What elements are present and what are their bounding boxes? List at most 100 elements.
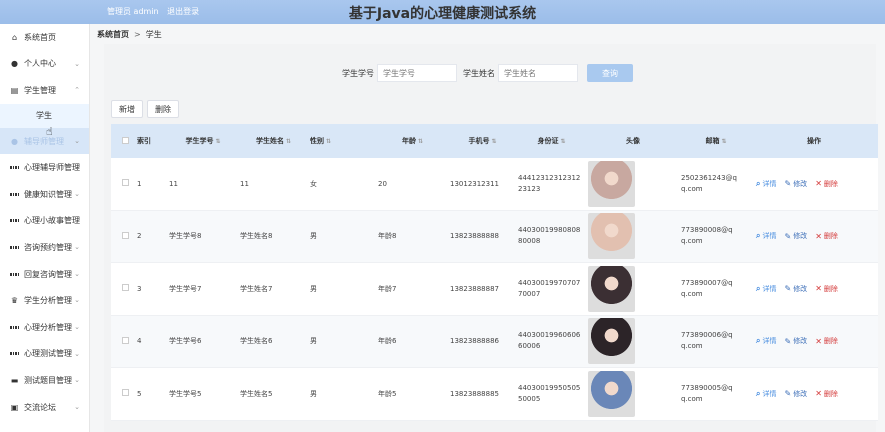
- add-button[interactable]: 新增: [111, 100, 143, 118]
- edit-button[interactable]: ✎ 修改: [784, 284, 807, 294]
- sort-icon[interactable]: ⇅: [286, 138, 291, 145]
- header-age-label: 年龄: [401, 137, 416, 145]
- sidebar-item-label: 交流论坛: [24, 402, 56, 412]
- avatar[interactable]: [588, 318, 635, 365]
- avatar[interactable]: [588, 160, 635, 207]
- chevron-down-icon: ⌄: [74, 269, 80, 278]
- row-idcard-line2: 50005: [518, 394, 541, 403]
- delete-row-button[interactable]: ✕ 删除: [815, 179, 838, 189]
- row-checkbox[interactable]: [122, 231, 129, 239]
- delete-button[interactable]: 删除: [147, 100, 179, 118]
- student-no-input[interactable]: [377, 64, 457, 82]
- row-idcard: 44030019980808 80008: [515, 225, 585, 247]
- sidebar-item-question-manage[interactable]: ▬ 测试题目管理 ⌄: [0, 367, 89, 394]
- delete-row-button[interactable]: ✕ 删除: [815, 284, 838, 294]
- row-index: 2: [137, 232, 142, 241]
- main-area: 系统首页>学生 学生学号 学生姓名 查询 新增 删除 索引 学生学号⇅ 学生姓名…: [90, 24, 885, 432]
- edit-button[interactable]: ✎ 修改: [784, 179, 807, 189]
- row-idcard-line1: 44030019950505: [518, 383, 581, 392]
- row-age: 年龄7: [378, 284, 397, 293]
- home-icon: ⌂: [11, 32, 18, 42]
- chevron-down-icon: ⌄: [74, 349, 80, 358]
- search-icon: ⌕: [756, 231, 761, 241]
- row-phone: 13823888885: [450, 389, 499, 398]
- delete-row-button[interactable]: ✕ 删除: [815, 336, 838, 346]
- sidebar-item-forum[interactable]: ▣ 交流论坛 ⌄: [0, 394, 89, 421]
- sidebar-item-knowledge-manage[interactable]: 健康知识管理 ⌄: [0, 181, 89, 208]
- select-all-checkbox[interactable]: [122, 136, 129, 144]
- sidebar-item-story-manage[interactable]: 心理小故事管理 ⌄: [0, 208, 89, 235]
- header-student-no[interactable]: 学生学号 ⇅: [166, 136, 237, 146]
- view-button[interactable]: ⌕ 详情: [756, 336, 776, 346]
- header-student-no-label: 学生学号: [185, 137, 214, 145]
- edit-button[interactable]: ✎ 修改: [784, 389, 807, 399]
- sidebar-item-home[interactable]: ⌂ 系统首页: [0, 24, 89, 51]
- edit-button[interactable]: ✎ 修改: [784, 231, 807, 241]
- row-index: 3: [137, 284, 142, 293]
- document-icon: ▤: [10, 85, 19, 95]
- sidebar-item-reply-manage[interactable]: 回复咨询管理 ⌄: [0, 261, 89, 288]
- student-name-input[interactable]: [498, 64, 578, 82]
- sidebar-item-profile[interactable]: ● 个人中心 ⌄: [0, 51, 89, 78]
- breadcrumb-home[interactable]: 系统首页: [97, 30, 129, 39]
- row-checkbox[interactable]: [122, 389, 129, 397]
- sort-icon[interactable]: ⇅: [721, 138, 726, 145]
- edit-button[interactable]: ✎ 修改: [784, 336, 807, 346]
- view-button[interactable]: ⌕ 详情: [756, 389, 776, 399]
- sidebar-item-psych-test[interactable]: 心理测试管理 ⌄: [0, 341, 89, 368]
- pencil-icon: ✎: [784, 336, 792, 346]
- header-student-name[interactable]: 学生姓名 ⇅: [237, 136, 307, 146]
- chevron-down-icon: ⌄: [74, 163, 80, 172]
- sidebar-item-tutor-manage[interactable]: ● 辅导师管理 ⌄: [0, 127, 89, 155]
- avatar[interactable]: [588, 213, 635, 260]
- header-age[interactable]: 年龄 ⇅: [375, 136, 447, 146]
- view-button[interactable]: ⌕ 详情: [756, 179, 776, 189]
- row-checkbox[interactable]: [122, 336, 129, 344]
- sidebar-item-label: 测试题目管理: [24, 375, 72, 385]
- avatar[interactable]: [588, 370, 635, 417]
- header-student-name-label: 学生姓名: [255, 137, 284, 145]
- header-email[interactable]: 邮箱 ⇅: [678, 136, 751, 147]
- row-email-line2: q.com: [681, 184, 703, 193]
- sidebar-item-student-manage[interactable]: ▤ 学生管理 ⌃: [0, 77, 89, 104]
- row-index: 5: [137, 389, 142, 398]
- query-button[interactable]: 查询: [587, 64, 633, 82]
- header-phone[interactable]: 手机号 ⇅: [447, 136, 515, 146]
- sidebar-item-student-analysis[interactable]: ♛ 学生分析管理 ⌄: [0, 287, 89, 314]
- row-checkbox[interactable]: [122, 284, 129, 292]
- row-email: 773890007@q q.com: [678, 278, 751, 300]
- delete-label: 删除: [823, 389, 838, 398]
- sidebar-subitem-student[interactable]: 学生: [0, 103, 89, 128]
- avatar[interactable]: [588, 265, 635, 312]
- sort-icon[interactable]: ⇅: [560, 138, 565, 145]
- row-student-no: 学生学号8: [169, 232, 202, 241]
- sidebar-item-counselor-manage[interactable]: 心理辅导师管理 ⌄: [0, 154, 89, 181]
- row-checkbox[interactable]: [122, 179, 129, 187]
- sort-icon[interactable]: ⇅: [491, 138, 496, 145]
- sort-icon[interactable]: ⇅: [418, 138, 423, 145]
- row-ops: ⌕ 详情 ✎ 修改 ✕ 删除: [751, 336, 877, 346]
- sort-icon[interactable]: ⇅: [215, 138, 220, 145]
- grid-icon: [10, 323, 19, 332]
- table-row: 5 学生学号5 学生姓名5 男 年龄5 13823888885 44030019…: [111, 368, 878, 421]
- view-label: 详情: [762, 232, 777, 241]
- chevron-down-icon: ⌄: [74, 243, 80, 252]
- view-button[interactable]: ⌕ 详情: [756, 284, 776, 294]
- sidebar-item-label: 辅导师管理: [24, 136, 64, 146]
- header-idcard[interactable]: 身份证 ⇅: [515, 136, 585, 147]
- delete-row-button[interactable]: ✕ 删除: [815, 231, 838, 241]
- view-button[interactable]: ⌕ 详情: [756, 231, 776, 241]
- header-sex[interactable]: 性别 ⇅: [307, 136, 375, 146]
- sort-icon[interactable]: ⇅: [326, 138, 331, 145]
- student-no-label: 学生学号: [342, 68, 374, 78]
- delete-row-button[interactable]: ✕ 删除: [815, 389, 838, 399]
- row-email-line1: 773890006@q: [681, 331, 733, 340]
- row-ops: ⌕ 详情 ✎ 修改 ✕ 删除: [751, 231, 877, 241]
- row-photo-cell: [585, 318, 678, 365]
- sidebar: ⌂ 系统首页 ● 个人中心 ⌄ ▤ 学生管理 ⌃ 学生 ● 辅导师管理 ⌄ 心理…: [0, 24, 90, 432]
- sidebar-item-psych-analysis[interactable]: 心理分析管理 ⌄: [0, 314, 89, 341]
- row-sex: 男: [310, 232, 317, 241]
- chevron-down-icon: ⌄: [74, 216, 80, 225]
- row-email: 2502361243@q q.com: [678, 173, 751, 195]
- sidebar-item-appointment-manage[interactable]: 咨询预约管理 ⌄: [0, 234, 89, 261]
